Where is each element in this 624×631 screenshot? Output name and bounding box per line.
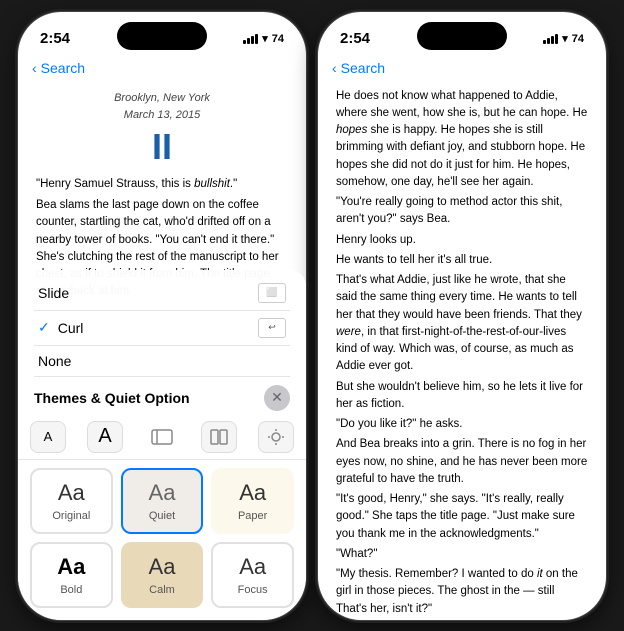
theme-paper[interactable]: Aa Paper <box>211 468 294 534</box>
signal-icon-right <box>543 34 558 44</box>
theme-original-label: Original <box>42 510 101 522</box>
paragraph: "My thesis. Remember? I wanted to do it … <box>336 566 588 618</box>
battery-icon: 74 <box>272 33 284 45</box>
font-controls: A A <box>18 415 306 460</box>
book-text-right: He does not know what happened to Addie,… <box>336 88 588 621</box>
paragraph: "You're really going to method actor thi… <box>336 194 588 229</box>
back-button-right[interactable]: ‹ Search <box>318 56 606 80</box>
theme-calm-label: Calm <box>133 584 192 596</box>
theme-bold[interactable]: Aa Bold <box>30 542 113 608</box>
option-left-none: None <box>38 353 71 369</box>
theme-paper-label: Paper <box>223 510 282 522</box>
theme-quiet-aa: Aa <box>133 480 192 506</box>
slide-option-curl[interactable]: ✓ Curl ↩ <box>34 311 290 346</box>
dynamic-island <box>117 22 207 50</box>
font-type-icon[interactable] <box>144 421 180 453</box>
paragraph: That's what Addie, just like he wrote, t… <box>336 272 588 376</box>
theme-focus-aa: Aa <box>223 554 282 580</box>
theme-original[interactable]: Aa Original <box>30 468 113 534</box>
back-chevron-icon-right: ‹ <box>332 60 337 76</box>
option-left: Slide <box>38 285 69 301</box>
dynamic-island-right <box>417 22 507 50</box>
back-label-left: Search <box>41 60 85 76</box>
paragraph: He wants to tell her it's all true. <box>336 252 588 269</box>
view-icon[interactable] <box>201 421 237 453</box>
themes-grid: Aa Original Aa Quiet Aa Paper Aa Bold Aa <box>18 460 306 620</box>
slide-option-slide[interactable]: Slide ⬜ <box>34 276 290 311</box>
book-content-right: He does not know what happened to Addie,… <box>318 80 606 621</box>
themes-title: Themes & Quiet Option <box>34 390 190 406</box>
theme-original-aa: Aa <box>42 480 101 506</box>
status-icons-left: ▾ 74 <box>243 32 284 45</box>
theme-calm-aa: Aa <box>133 554 192 580</box>
theme-focus-label: Focus <box>223 584 282 596</box>
theme-calm[interactable]: Aa Calm <box>121 542 204 608</box>
theme-quiet[interactable]: Aa Quiet <box>121 468 204 534</box>
slide-options: Slide ⬜ ✓ Curl ↩ None <box>18 270 306 377</box>
slide-icon: ⬜ <box>258 283 286 303</box>
wifi-icon-right: ▾ <box>562 32 568 45</box>
theme-focus[interactable]: Aa Focus <box>211 542 294 608</box>
curl-label: Curl <box>58 320 84 336</box>
font-large-button[interactable]: A <box>87 421 123 453</box>
wifi-icon: ▾ <box>262 32 268 45</box>
paragraph: He does not know what happened to Addie,… <box>336 88 588 192</box>
theme-bold-label: Bold <box>42 584 101 596</box>
paragraph: And Bea breaks into a grin. There is no … <box>336 436 588 488</box>
battery-icon-right: 74 <box>572 33 584 45</box>
font-small-button[interactable]: A <box>30 421 66 453</box>
paragraph: But she wouldn't believe him, so he lets… <box>336 379 588 414</box>
back-chevron-icon: ‹ <box>32 60 37 76</box>
checkmark-icon: ✓ <box>38 319 50 336</box>
close-button[interactable]: ✕ <box>264 385 290 411</box>
curl-icon: ↩ <box>258 318 286 338</box>
status-icons-right: ▾ 74 <box>543 32 584 45</box>
overlay-panel: Slide ⬜ ✓ Curl ↩ None <box>18 270 306 620</box>
paragraph: "What?" <box>336 546 588 563</box>
paragraph: Henry looks up. <box>336 232 588 249</box>
left-phone: 2:54 ▾ 74 ‹ Search Brooklyn, New York <box>17 11 307 621</box>
themes-header: Themes & Quiet Option ✕ <box>18 377 306 415</box>
chapter-number: II <box>36 125 288 168</box>
slide-option-none[interactable]: None <box>34 346 290 377</box>
theme-quiet-label: Quiet <box>133 510 192 522</box>
book-location: Brooklyn, New York March 13, 2015 <box>36 90 288 125</box>
right-phone: 2:54 ▾ 74 ‹ Search He does not know what… <box>317 11 607 621</box>
back-button-left[interactable]: ‹ Search <box>18 56 306 80</box>
back-label-right: Search <box>341 60 385 76</box>
book-content-left: Brooklyn, New York March 13, 2015 II "He… <box>18 80 306 300</box>
book-header: Brooklyn, New York March 13, 2015 II <box>36 90 288 168</box>
phones-container: 2:54 ▾ 74 ‹ Search Brooklyn, New York <box>17 11 607 621</box>
paragraph: "Henry Samuel Strauss, this is bullshit.… <box>36 176 288 193</box>
slide-label: Slide <box>38 285 69 301</box>
paragraph: "Do you like it?" he asks. <box>336 416 588 433</box>
signal-icon <box>243 34 258 44</box>
time-right: 2:54 <box>340 30 370 47</box>
option-left-curl: ✓ Curl <box>38 319 83 336</box>
brightness-button[interactable] <box>258 421 294 453</box>
none-label: None <box>38 353 71 369</box>
time-left: 2:54 <box>40 30 70 47</box>
theme-bold-aa: Aa <box>42 554 101 580</box>
theme-paper-aa: Aa <box>223 480 282 506</box>
paragraph: "It's good, Henry," she says. "It's real… <box>336 491 588 543</box>
